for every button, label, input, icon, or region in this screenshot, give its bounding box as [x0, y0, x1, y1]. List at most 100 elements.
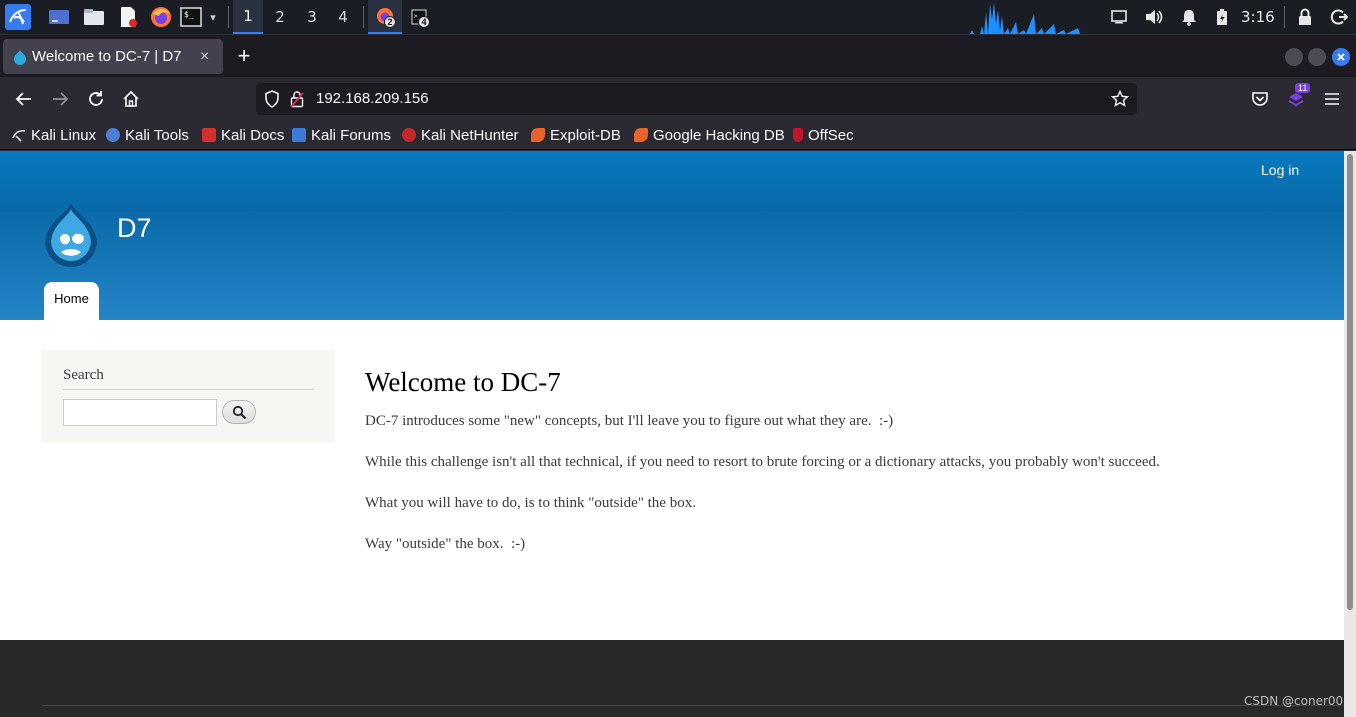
drupal-logo-icon[interactable] — [40, 201, 102, 269]
bookmarks-toolbar: Kali Linux Kali Tools Kali Docs Kali For… — [0, 121, 1356, 150]
search-icon — [232, 405, 246, 419]
site-name[interactable]: D7 — [117, 213, 152, 244]
bell-icon[interactable] — [1178, 0, 1200, 34]
reload-button[interactable] — [82, 85, 110, 113]
pocket-icon — [1252, 92, 1268, 106]
content-paragraph: What you will have to do, is to think "o… — [365, 495, 696, 512]
bookmark-label: Kali NetHunter — [421, 126, 519, 144]
reload-icon — [89, 91, 103, 106]
watermark: CSDN @coner00 — [1244, 694, 1344, 708]
pocket-button[interactable] — [1246, 85, 1274, 113]
content-paragraph: While this challenge isn't all that tech… — [365, 454, 1160, 471]
minimize-window-button[interactable] — [1285, 48, 1303, 66]
nav-tab-home[interactable]: Home — [44, 282, 99, 320]
window-count-badge: 4 — [418, 16, 430, 28]
panel-clock[interactable]: 3:16 — [1241, 0, 1275, 34]
terminal-icon[interactable]: $_ — [178, 0, 204, 34]
bookmark-kali-linux[interactable]: Kali Linux — [12, 121, 96, 149]
workspace-4[interactable]: 4 — [328, 0, 358, 34]
extension-button[interactable]: 11 — [1282, 83, 1311, 113]
bookmark-kali-nethunter[interactable]: Kali NetHunter — [402, 121, 519, 149]
home-button[interactable] — [117, 85, 145, 113]
workspace-3[interactable]: 3 — [297, 0, 327, 34]
firefox-icon[interactable] — [147, 0, 175, 34]
close-window-button[interactable] — [1332, 48, 1350, 66]
kali-dragon-icon — [12, 128, 26, 142]
web-page: Log in D7 Home Search Welcome to DC-7 DC… — [0, 151, 1344, 717]
bookmark-exploit-db[interactable]: Exploit-DB — [531, 121, 621, 149]
bookmark-label: Exploit-DB — [550, 126, 621, 144]
extension-badge: 11 — [1295, 83, 1311, 93]
page-scrollbar[interactable] — [1344, 151, 1356, 717]
page-title: Welcome to DC-7 — [365, 367, 561, 397]
panel-separator — [363, 6, 364, 28]
kali-tools-icon — [106, 128, 120, 142]
display-icon[interactable] — [1108, 0, 1130, 34]
bookmark-google-hacking-db[interactable]: Google Hacking DB — [634, 121, 785, 149]
login-link[interactable]: Log in — [1261, 162, 1299, 178]
divider — [42, 705, 1342, 706]
workspace-2[interactable]: 2 — [265, 0, 295, 34]
url-text[interactable]: 192.168.209.156 — [316, 83, 429, 115]
search-block: Search — [42, 350, 334, 443]
panel-separator — [228, 6, 229, 28]
taskbar-terminal-group[interactable]: >_ 4 — [404, 0, 434, 34]
site-footer — [0, 640, 1344, 717]
search-input[interactable] — [63, 399, 217, 426]
bookmark-label: Google Hacking DB — [653, 126, 785, 144]
menu-button[interactable] — [1318, 85, 1346, 113]
insecure-lock-icon[interactable] — [290, 90, 304, 113]
svg-text:$_: $_ — [184, 10, 194, 19]
back-button[interactable] — [10, 85, 38, 113]
window-count-badge: 2 — [384, 16, 396, 28]
browser-nav-bar: 192.168.209.156 11 — [0, 77, 1356, 121]
site-header: Log in D7 Home — [0, 151, 1344, 320]
desktop-top-panel: $_ ▾ 1 2 3 4 2 >_ 4 3:16 — [0, 0, 1356, 35]
content-paragraph: DC-7 introduces some "new" concepts, but… — [365, 413, 894, 430]
file-manager-icon[interactable] — [80, 0, 108, 34]
cpu-graph — [958, 0, 1098, 34]
workspace-1[interactable]: 1 — [233, 0, 263, 34]
panel-separator — [1284, 6, 1285, 28]
lock-icon[interactable] — [1294, 0, 1316, 34]
bookmark-star-icon[interactable] — [1110, 89, 1130, 113]
bookmark-kali-tools[interactable]: Kali Tools — [106, 121, 189, 149]
browser-tab[interactable]: Welcome to DC-7 | D7 × — [3, 39, 223, 74]
maximize-window-button[interactable] — [1308, 48, 1326, 66]
forward-button[interactable] — [46, 85, 74, 113]
bookmark-label: Kali Linux — [31, 126, 97, 144]
browser-tab-strip: Welcome to DC-7 | D7 × + — [0, 35, 1356, 77]
logout-icon[interactable] — [1328, 0, 1350, 34]
kali-menu-icon[interactable] — [3, 0, 33, 34]
ghdb-icon — [634, 128, 648, 142]
bookmark-label: OffSec — [808, 126, 854, 144]
kali-docs-icon — [202, 128, 216, 142]
close-tab-icon[interactable]: × — [200, 39, 209, 74]
exploit-db-icon — [531, 128, 545, 142]
show-desktop-icon[interactable] — [45, 0, 73, 34]
battery-icon[interactable] — [1212, 0, 1232, 34]
drupal-favicon-icon — [13, 49, 27, 70]
search-button[interactable] — [222, 400, 256, 424]
search-block-title: Search — [63, 367, 104, 383]
bookmark-kali-forums[interactable]: Kali Forums — [292, 121, 391, 149]
divider — [63, 389, 314, 390]
text-editor-icon[interactable] — [114, 0, 142, 34]
main-content: Welcome to DC-7 DC-7 introduces some "ne… — [365, 366, 1265, 576]
bookmark-offsec[interactable]: OffSec — [793, 121, 854, 149]
taskbar-firefox-group[interactable]: 2 — [368, 0, 402, 34]
bookmark-label: Kali Forums — [311, 126, 392, 144]
arrow-left-icon — [15, 92, 31, 106]
nethunter-icon — [402, 128, 416, 142]
volume-icon[interactable] — [1142, 0, 1166, 34]
new-tab-button[interactable]: + — [233, 45, 255, 67]
tab-title: Welcome to DC-7 | D7 — [32, 48, 182, 65]
chevron-down-icon[interactable]: ▾ — [206, 0, 220, 34]
bookmark-kali-docs[interactable]: Kali Docs — [202, 121, 284, 149]
arrow-right-icon — [53, 92, 69, 106]
address-bar[interactable]: 192.168.209.156 — [256, 83, 1137, 115]
offsec-icon — [793, 128, 803, 142]
scrollbar-thumb[interactable] — [1347, 154, 1353, 610]
content-paragraph: Way "outside" the box. :-) — [365, 536, 526, 553]
shield-icon[interactable] — [264, 90, 280, 113]
